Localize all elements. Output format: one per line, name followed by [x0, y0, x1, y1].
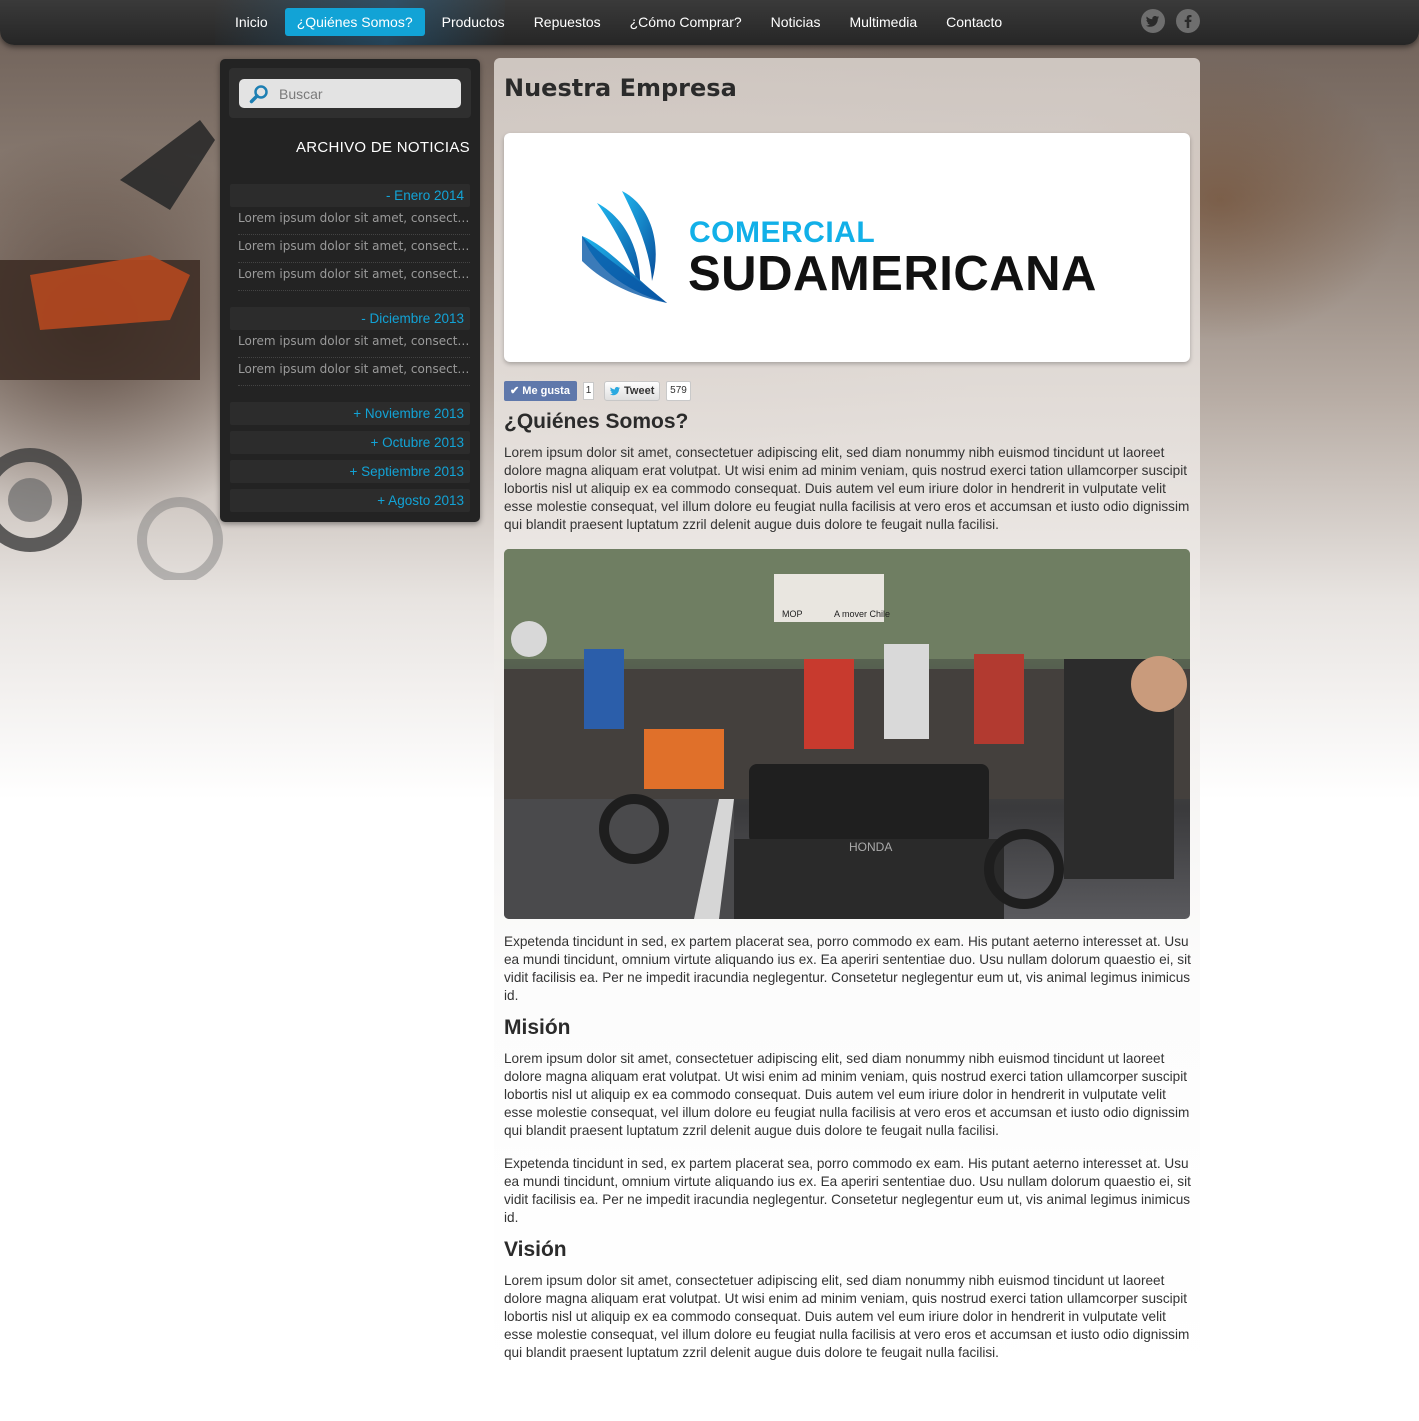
archive-article[interactable]: Lorem ipsum dolor sit amet, consectetuer…	[238, 235, 470, 263]
paragraph-about-1: Lorem ipsum dolor sit amet, consectetuer…	[504, 445, 1190, 532]
search-icon[interactable]	[249, 84, 269, 104]
archive-month-octubre-2013[interactable]: + Octubre 2013	[230, 431, 470, 454]
logo-text-comercial: COMERCIAL	[689, 216, 876, 249]
paragraph-vision-1: Lorem ipsum dolor sit amet, consectetuer…	[504, 1273, 1190, 1360]
nav-item-repuestos[interactable]: Repuestos	[522, 8, 613, 36]
nav-item-como-comprar[interactable]: ¿Cómo Comprar?	[618, 8, 754, 36]
twitter-icon[interactable]	[1141, 9, 1165, 33]
logo-text-sudamericana: SUDAMERICANA	[688, 247, 1097, 301]
main-content: Nuestra Empresa COMERCIAL SUDAMERICANA ✔…	[494, 58, 1200, 1388]
main-menu: Inicio ¿Quiénes Somos? Productos Repuest…	[223, 8, 1019, 36]
twitter-bird-icon	[610, 386, 620, 396]
company-logo-icon	[582, 191, 667, 303]
archive-month-agosto-2013[interactable]: + Agosto 2013	[230, 489, 470, 512]
search-box	[239, 79, 461, 108]
archive-month-septiembre-2013[interactable]: + Septiembre 2013	[230, 460, 470, 483]
search-input[interactable]	[279, 79, 454, 108]
paragraph-mision-2: Expetenda tincidunt in sed, ex partem pl…	[504, 1156, 1191, 1225]
nav-item-inicio[interactable]: Inicio	[223, 8, 280, 36]
archive-article[interactable]: Lorem ipsum dolor sit amet, consectetuer…	[238, 207, 470, 235]
nav-item-noticias[interactable]: Noticias	[759, 8, 833, 36]
atv-background-image	[0, 120, 223, 580]
page-title: Nuestra Empresa	[504, 74, 737, 102]
sign-text-mop: MOP	[782, 609, 803, 619]
archive-article[interactable]: Lorem ipsum dolor sit amet, consectetuer…	[238, 263, 470, 291]
paragraph-about-2: Expetenda tincidunt in sed, ex partem pl…	[504, 934, 1191, 1003]
vehicle-brand-text: HONDA	[849, 840, 892, 854]
paragraph-mision-1: Lorem ipsum dolor sit amet, consectetuer…	[504, 1051, 1190, 1138]
facebook-icon[interactable]	[1176, 9, 1200, 33]
archive-month-noviembre-2013[interactable]: + Noviembre 2013	[230, 402, 470, 425]
nav-item-quienes-somos[interactable]: ¿Quiénes Somos?	[284, 8, 425, 36]
nav-item-multimedia[interactable]: Multimedia	[837, 8, 929, 36]
archive-article[interactable]: Lorem ipsum dolor sit amet, consectetuer…	[238, 358, 470, 386]
archive-title: ARCHIVO DE NOTICIAS	[295, 139, 470, 156]
archive-month-diciembre-2013[interactable]: - Diciembre 2013	[230, 307, 470, 330]
like-label: Me gusta	[522, 385, 570, 397]
heading-quienes-somos: ¿Quiénes Somos?	[504, 410, 689, 433]
sign-text-a-mover-chile: A mover Chile	[834, 609, 890, 619]
tweet-count: 579	[666, 381, 691, 401]
facebook-like-button[interactable]: ✔ Me gusta	[504, 381, 577, 401]
heading-mision: Misión	[504, 1016, 571, 1039]
like-count: 1	[583, 382, 594, 400]
tweet-label: Tweet	[624, 385, 655, 397]
company-logo-card: COMERCIAL SUDAMERICANA	[504, 133, 1190, 362]
heading-vision: Visión	[504, 1238, 567, 1261]
sidebar: ARCHIVO DE NOTICIAS - Enero 2014 Lorem i…	[220, 59, 480, 522]
archive-article[interactable]: Lorem ipsum dolor sit amet, consectetuer…	[238, 330, 470, 358]
archive-month-enero-2014[interactable]: - Enero 2014	[230, 184, 470, 207]
tweet-button[interactable]: Tweet	[604, 381, 660, 401]
nav-item-productos[interactable]: Productos	[430, 8, 517, 36]
search-panel	[229, 68, 471, 118]
top-navigation-bar: Inicio ¿Quiénes Somos? Productos Repuest…	[0, 0, 1419, 45]
motorcycle-gathering-photo: MOP A mover Chile HONDA	[504, 549, 1190, 919]
nav-item-contacto[interactable]: Contacto	[934, 8, 1014, 36]
